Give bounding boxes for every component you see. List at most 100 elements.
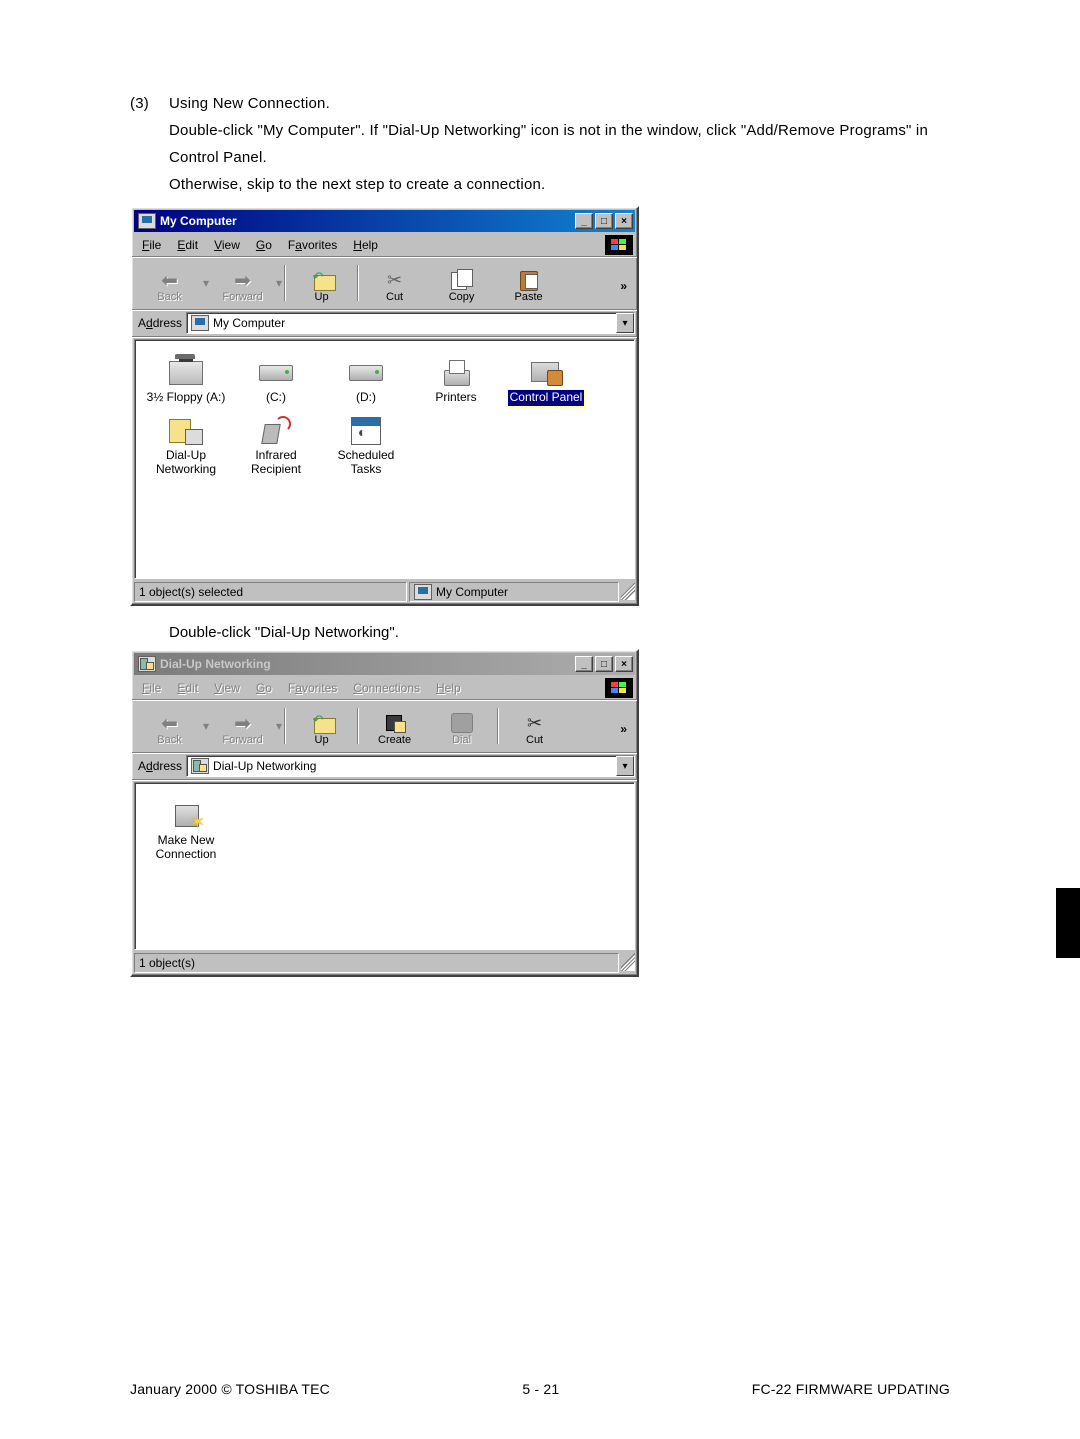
throbber-icon (605, 235, 633, 255)
address-dropdown[interactable] (616, 756, 634, 776)
copy-button[interactable]: Copy (430, 261, 493, 305)
mycomputer-icon (414, 584, 432, 600)
window-my-computer: My Computer _ □ × File Edit View Go Favo… (130, 206, 639, 606)
scissors-icon: ✂ (527, 713, 542, 734)
status-left: 1 object(s) selected (134, 582, 407, 602)
printer-icon (440, 360, 472, 386)
icon-infrared-recipient[interactable]: Infrared Recipient (231, 416, 321, 478)
dial-up-icon (191, 758, 209, 774)
arrow-left-icon: ⬅ (161, 711, 178, 736)
dial-up-icon (169, 417, 203, 445)
up-button[interactable]: ↶ Up (290, 261, 353, 305)
menubar: File Edit View Go Favorites Help (132, 234, 637, 257)
footer-center: 5 - 21 (522, 1381, 559, 1397)
back-button[interactable]: ⬅ Back (138, 261, 201, 305)
resize-grip[interactable] (621, 953, 635, 971)
icon-scheduled-tasks[interactable]: Scheduled Tasks (321, 416, 411, 478)
hdd-icon (259, 365, 293, 381)
menu-edit[interactable]: Edit (169, 237, 206, 253)
toolbar: ⬅ Back ▾ ➡ Forward ▾ ↶ Up Create Dial (132, 700, 637, 753)
menu-connections[interactable]: Connections (345, 680, 428, 696)
icon-drive-c[interactable]: (C:) (231, 358, 321, 406)
menu-favorites[interactable]: Favorites (280, 680, 345, 696)
address-label: Address (134, 316, 186, 330)
mycomputer-icon (138, 213, 156, 229)
minimize-button[interactable]: _ (575, 213, 593, 229)
content-area: Make New Connection (134, 782, 635, 950)
dial-icon (451, 713, 473, 733)
status-left: 1 object(s) (134, 953, 619, 973)
window-title: My Computer (160, 214, 237, 228)
address-value: Dial-Up Networking (213, 759, 316, 773)
address-dropdown[interactable] (616, 313, 634, 333)
step-line1: Double-click "My Computer". If "Dial-Up … (169, 117, 950, 171)
control-panel-icon (529, 360, 563, 386)
window-dial-up-networking: Dial-Up Networking _ □ × File Edit View … (130, 649, 639, 977)
up-folder-icon: ↶ (309, 712, 335, 734)
toolbar-overflow[interactable]: » (614, 716, 633, 736)
page-footer: January 2000 © TOSHIBA TEC 5 - 21 FC-22 … (130, 1381, 950, 1397)
arrow-right-icon: ➡ (234, 268, 251, 293)
resize-grip[interactable] (621, 582, 635, 600)
menubar: File Edit View Go Favorites Connections … (132, 677, 637, 700)
menu-view[interactable]: View (206, 237, 248, 253)
status-right: My Computer (409, 582, 619, 602)
footer-right: FC-22 FIRMWARE UPDATING (752, 1381, 950, 1397)
maximize-button[interactable]: □ (595, 213, 613, 229)
menu-help[interactable]: Help (428, 680, 469, 696)
titlebar[interactable]: My Computer _ □ × (134, 210, 635, 232)
address-field[interactable]: Dial-Up Networking (186, 755, 635, 777)
mycomputer-icon (191, 315, 209, 331)
caption-dun: Double-click "Dial-Up Networking". (169, 624, 950, 641)
cut-button[interactable]: ✂ Cut (363, 261, 426, 305)
titlebar[interactable]: Dial-Up Networking _ □ × (134, 653, 635, 675)
icon-printers[interactable]: Printers (411, 358, 501, 406)
arrow-left-icon: ⬅ (161, 268, 178, 293)
step-line2: Otherwise, skip to the next step to crea… (169, 171, 950, 198)
menu-file[interactable]: File (134, 237, 169, 253)
menu-favorites[interactable]: Favorites (280, 237, 345, 253)
scheduled-tasks-icon (351, 417, 381, 445)
address-label: Address (134, 759, 186, 773)
paste-button[interactable]: Paste (497, 261, 560, 305)
create-button[interactable]: Create (363, 704, 426, 748)
back-button[interactable]: ⬅ Back (138, 704, 201, 748)
infrared-icon (261, 416, 291, 446)
window-title: Dial-Up Networking (160, 657, 271, 671)
arrow-right-icon: ➡ (234, 711, 251, 736)
menu-view[interactable]: View (206, 680, 248, 696)
menu-go[interactable]: Go (248, 680, 280, 696)
step-title: Using New Connection. (169, 90, 950, 117)
menu-edit[interactable]: Edit (169, 680, 206, 696)
icon-make-new-connection[interactable]: Make New Connection (141, 801, 231, 863)
section-tab-marker (1056, 888, 1080, 958)
maximize-button[interactable]: □ (595, 656, 613, 672)
menu-help[interactable]: Help (345, 237, 386, 253)
forward-button[interactable]: ➡ Forward (211, 704, 274, 748)
up-button[interactable]: ↶ Up (290, 704, 353, 748)
dial-button[interactable]: Dial (430, 704, 493, 748)
copy-icon (450, 269, 474, 291)
close-button[interactable]: × (615, 656, 633, 672)
scissors-icon: ✂ (387, 270, 402, 291)
address-value: My Computer (213, 316, 285, 330)
address-field[interactable]: My Computer (186, 312, 635, 334)
up-folder-icon: ↶ (309, 269, 335, 291)
footer-left: January 2000 © TOSHIBA TEC (130, 1381, 330, 1397)
icon-dial-up-networking[interactable]: Dial-Up Networking (141, 416, 231, 478)
icon-control-panel[interactable]: Control Panel (501, 358, 591, 406)
forward-button[interactable]: ➡ Forward (211, 261, 274, 305)
minimize-button[interactable]: _ (575, 656, 593, 672)
throbber-icon (605, 678, 633, 698)
cut-button[interactable]: ✂ Cut (503, 704, 566, 748)
icon-drive-d[interactable]: (D:) (321, 358, 411, 406)
content-area: 3½ Floppy (A:) (C:) (D:) Printers Contro… (134, 339, 635, 579)
floppy-icon (169, 361, 203, 385)
address-bar: Address My Computer (132, 310, 637, 337)
icon-floppy-a[interactable]: 3½ Floppy (A:) (141, 358, 231, 406)
menu-go[interactable]: Go (248, 237, 280, 253)
dial-up-icon (138, 656, 156, 672)
close-button[interactable]: × (615, 213, 633, 229)
menu-file[interactable]: File (134, 680, 169, 696)
toolbar-overflow[interactable]: » (614, 273, 633, 293)
